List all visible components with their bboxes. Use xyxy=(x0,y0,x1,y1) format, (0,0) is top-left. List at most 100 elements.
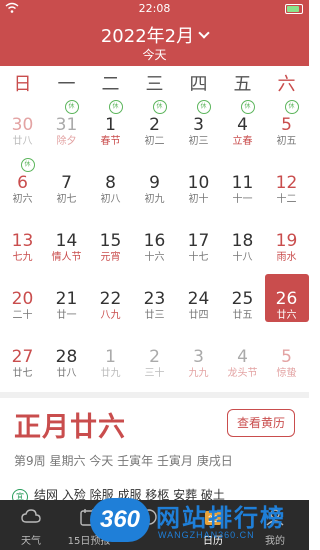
lunar-label: 除夕 xyxy=(56,136,77,147)
day-number: 4 xyxy=(237,115,248,135)
calendar-grid: 30 廿八休 31 除夕休 1 春节休 2 初二休 3 初三休 4 立春休 5 初五休 6 初六 7 初七 8 初八 9… xyxy=(0,100,309,390)
day-cell[interactable]: 20 二十 xyxy=(1,274,45,322)
day-number: 1 xyxy=(105,115,116,135)
day-number: 9 xyxy=(149,173,160,193)
day-cell[interactable]: 23 廿三 xyxy=(133,274,177,322)
holiday-badge: 休 xyxy=(108,100,123,114)
day-cell[interactable]: 17 十七 xyxy=(177,216,221,264)
day-cell[interactable]: 5 惊蛰 xyxy=(265,332,309,380)
day-cell[interactable]: 14 情人节 xyxy=(45,216,89,264)
day-number: 27 xyxy=(11,347,34,367)
lunar-label: 立春 xyxy=(232,136,253,147)
lunar-label: 廿一 xyxy=(56,310,77,321)
day-cell[interactable]: 21 廿一 xyxy=(45,274,89,322)
holiday-badge: 休 xyxy=(240,100,255,114)
day-number: 5 xyxy=(281,115,292,135)
day-cell[interactable]: 12 十二 xyxy=(265,158,309,206)
day-cell[interactable]: 19 雨水 xyxy=(265,216,309,264)
lunar-label: 廿八 xyxy=(12,136,33,147)
lunar-label: 惊蛰 xyxy=(276,368,297,379)
day-cell[interactable]: 休 5 初五 xyxy=(265,100,309,148)
lunar-label: 初八 xyxy=(100,194,121,205)
day-number: 28 xyxy=(55,347,78,367)
watermark-text: 网站排行榜 xyxy=(156,504,286,532)
day-cell[interactable]: 1 廿九 xyxy=(89,332,133,380)
day-number: 18 xyxy=(231,231,254,251)
tab-weather-label: 天气 xyxy=(21,536,41,547)
day-number: 8 xyxy=(105,173,116,193)
lunar-label: 元宵 xyxy=(100,252,121,263)
day-cell[interactable]: 2 三十 xyxy=(133,332,177,380)
day-cell[interactable]: 24 廿四 xyxy=(177,274,221,322)
day-cell[interactable]: 休 4 立春 xyxy=(221,100,265,148)
day-cell[interactable]: 18 十八 xyxy=(221,216,265,264)
weekday-label: 三 xyxy=(145,74,164,95)
day-cell[interactable]: 休 6 初六 xyxy=(1,158,45,206)
weekday-label: 一 xyxy=(57,74,76,95)
lunar-label: 九九 xyxy=(188,368,209,379)
month-selector[interactable]: 2022年2月 xyxy=(0,22,309,48)
day-cell[interactable]: 休 1 春节 xyxy=(89,100,133,148)
day-cell[interactable]: 30 廿八 xyxy=(1,100,45,148)
day-cell[interactable]: 8 初八 xyxy=(89,158,133,206)
lunar-label: 雨水 xyxy=(276,252,297,263)
calendar-header: 2022年2月 今天 xyxy=(0,18,309,66)
day-number: 6 xyxy=(17,173,28,193)
day-cell[interactable]: 休 31 除夕 xyxy=(45,100,89,148)
day-cell[interactable]: 9 初九 xyxy=(133,158,177,206)
tab-weather[interactable]: 天气 xyxy=(6,500,56,550)
lunar-label: 初三 xyxy=(188,136,209,147)
lunar-label: 十七 xyxy=(188,252,209,263)
lunar-label: 二十 xyxy=(12,310,33,321)
day-cell[interactable]: 22 八九 xyxy=(89,274,133,322)
day-number: 3 xyxy=(193,115,204,135)
day-cell[interactable]: 27 廿七 xyxy=(1,332,45,380)
lunar-label: 廿九 xyxy=(100,368,121,379)
day-number: 4 xyxy=(237,347,248,367)
day-cell[interactable]: 4 龙头节 xyxy=(221,332,265,380)
day-cell[interactable]: 15 元宵 xyxy=(89,216,133,264)
day-number: 2 xyxy=(149,115,160,135)
status-time: 22:08 xyxy=(138,2,171,15)
weekday-label: 日 xyxy=(13,74,32,95)
lunar-label: 初二 xyxy=(144,136,165,147)
day-number: 19 xyxy=(275,231,298,251)
lunar-label: 八九 xyxy=(100,310,121,321)
battery-icon xyxy=(285,4,303,14)
day-cell[interactable]: 休 2 初二 xyxy=(133,100,177,148)
lunar-label: 廿七 xyxy=(12,368,33,379)
lunar-label: 初五 xyxy=(276,136,297,147)
day-cell[interactable]: 25 廿五 xyxy=(221,274,265,322)
weekday-label: 二 xyxy=(101,74,120,95)
holiday-badge: 休 xyxy=(196,100,211,114)
day-cell[interactable]: 休 3 初三 xyxy=(177,100,221,148)
view-almanac-button[interactable]: 查看黄历 xyxy=(227,409,295,437)
lunar-label: 初七 xyxy=(56,194,77,205)
day-number: 30 xyxy=(11,115,34,135)
cloud-icon xyxy=(21,509,41,523)
day-number: 11 xyxy=(231,173,254,193)
lunar-date: 正月廿六 xyxy=(14,412,126,443)
day-number: 2 xyxy=(149,347,160,367)
day-cell[interactable]: 3 九九 xyxy=(177,332,221,380)
day-cell[interactable]: 13 七九 xyxy=(1,216,45,264)
day-cell[interactable]: 11 十一 xyxy=(221,158,265,206)
day-cell[interactable]: 26 廿六 xyxy=(264,274,309,322)
watermark: 360 网站排行榜 WANGZHAN360.CN xyxy=(90,496,309,550)
holiday-badge: 休 xyxy=(64,100,79,114)
lunar-label: 春节 xyxy=(100,136,121,147)
day-number: 31 xyxy=(55,115,78,135)
day-cell[interactable]: 10 初十 xyxy=(177,158,221,206)
day-cell[interactable]: 28 廿八 xyxy=(45,332,89,380)
day-number: 22 xyxy=(99,289,122,309)
day-number: 24 xyxy=(187,289,210,309)
day-cell[interactable]: 7 初七 xyxy=(45,158,89,206)
day-number: 15 xyxy=(99,231,122,251)
day-number: 17 xyxy=(187,231,210,251)
watermark-url: WANGZHAN360.CN xyxy=(158,530,255,540)
weekday-label: 五 xyxy=(233,74,252,95)
today-button[interactable]: 今天 xyxy=(0,46,309,63)
day-cell[interactable]: 16 十六 xyxy=(133,216,177,264)
divider xyxy=(0,392,309,398)
day-number: 14 xyxy=(55,231,78,251)
